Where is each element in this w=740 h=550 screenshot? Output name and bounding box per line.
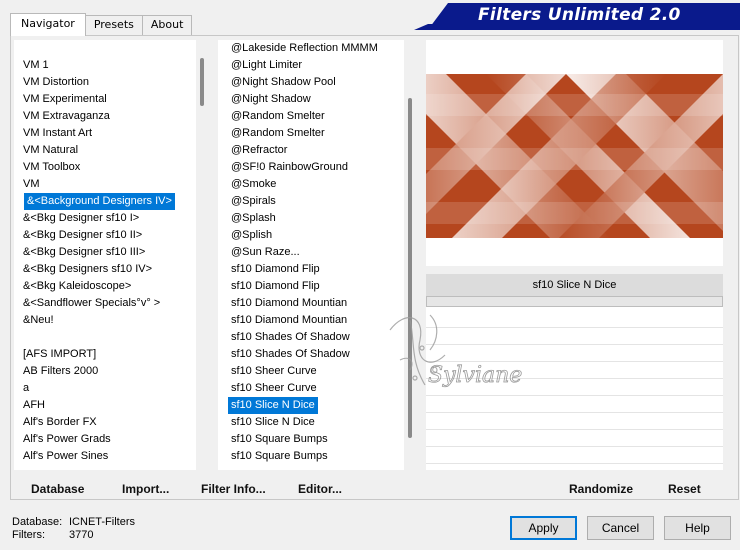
filter-item[interactable]: @Spirals (231, 193, 276, 210)
category-item[interactable]: a (23, 380, 29, 397)
filter-item[interactable]: @Random Smelter (231, 108, 325, 125)
tab-navigator[interactable]: Navigator (10, 13, 86, 36)
filter-item[interactable]: @SF!0 RainbowGround (231, 159, 348, 176)
filter-item[interactable]: @Lakeside Reflection MMMM (231, 40, 378, 57)
category-item[interactable]: &<Sandflower Specials°v° > (23, 295, 160, 312)
filter-item[interactable]: sf10 Shades Of Shadow (231, 329, 350, 346)
database-label: Database: (12, 516, 63, 528)
reset-button[interactable]: Reset (668, 480, 701, 498)
database-button[interactable]: Database (31, 480, 84, 498)
filters-count-value: 3770 (69, 529, 94, 541)
filter-preview-image (426, 74, 723, 238)
filter-item[interactable]: sf10 Diamond Mountian (231, 312, 347, 329)
filter-item[interactable]: @Light Limiter (231, 57, 302, 74)
category-item[interactable]: &<Bkg Designers sf10 IV> (23, 261, 152, 278)
randomize-button[interactable]: Randomize (569, 480, 633, 498)
filter-item[interactable]: sf10 Square Bumps (231, 448, 328, 465)
editor-button[interactable]: Editor... (298, 480, 342, 498)
import-button[interactable]: Import... (122, 480, 169, 498)
watermark-text: Sylviane (428, 363, 522, 388)
apply-button[interactable]: Apply (510, 516, 577, 540)
tab-presets[interactable]: Presets (84, 15, 143, 35)
category-item[interactable]: VM Experimental (23, 91, 107, 108)
category-item[interactable]: VM Natural (23, 142, 78, 159)
category-scrollbar[interactable] (196, 40, 210, 470)
filter-item[interactable]: sf10 Slice N Dice (231, 414, 315, 431)
category-item[interactable]: Alf's Border FX (23, 414, 97, 431)
preview-panel (426, 40, 723, 266)
cancel-button[interactable]: Cancel (587, 516, 654, 540)
app-title: Filters Unlimited 2.0 (478, 5, 681, 25)
category-item[interactable]: VM 1 (23, 57, 49, 74)
filter-item[interactable]: sf10 Diamond Flip (231, 261, 320, 278)
category-list[interactable]: VM 1 VM Distortion VM Experimental VM Extra… (14, 40, 210, 470)
category-item[interactable]: VM Extravaganza (23, 108, 110, 125)
category-item[interactable]: &<Bkg Designer sf10 II> (23, 227, 142, 244)
watermark-logo: Sylviane (389, 314, 523, 388)
category-item[interactable]: &Neu! (23, 312, 54, 329)
category-item[interactable]: &<Bkg Kaleidoscope> (23, 278, 131, 295)
filter-item[interactable]: @Splash (231, 210, 276, 227)
filter-item[interactable]: @Sun Raze... (231, 244, 300, 261)
parameter-slider[interactable] (426, 450, 723, 464)
help-button[interactable]: Help (664, 516, 731, 540)
filter-item-selected[interactable]: sf10 Slice N Dice (228, 397, 318, 414)
filter-item[interactable]: @Random Smelter (231, 125, 325, 142)
filter-item[interactable]: @Night Shadow Pool (231, 74, 336, 91)
category-scroll-thumb[interactable] (200, 58, 204, 106)
selected-filter-name: sf10 Slice N Dice (426, 274, 723, 296)
category-item-selected[interactable]: &<Background Designers IV> (24, 193, 175, 210)
category-item[interactable]: &<Bkg Designer sf10 I> (23, 210, 139, 227)
database-value: ICNET-Filters (69, 516, 135, 528)
parameter-slider[interactable] (426, 433, 723, 447)
filter-item[interactable]: sf10 Shades Of Shadow (231, 346, 350, 363)
filter-item[interactable]: sf10 Diamond Mountian (231, 295, 347, 312)
tab-about[interactable]: About (141, 15, 193, 35)
filter-item[interactable]: sf10 Diamond Flip (231, 278, 320, 295)
category-item[interactable]: AB Filters 2000 (23, 363, 98, 380)
filter-item[interactable]: @Refractor (231, 142, 287, 159)
category-item[interactable]: [AFS IMPORT] (23, 346, 96, 363)
category-item[interactable]: &<Bkg Designer sf10 III> (23, 244, 145, 261)
filter-item[interactable]: sf10 Square Bumps (231, 431, 328, 448)
category-item[interactable]: Alf's Power Sines (23, 448, 108, 465)
filters-count-label: Filters: (12, 529, 45, 541)
tab-bar: Navigator Presets About (10, 13, 193, 36)
filter-info-button[interactable]: Filter Info... (201, 480, 266, 498)
filter-item[interactable]: @Smoke (231, 176, 276, 193)
filter-item[interactable]: @Splish (231, 227, 272, 244)
filter-item[interactable]: @Night Shadow (231, 91, 311, 108)
category-item[interactable]: VM Instant Art (23, 125, 92, 142)
category-item[interactable]: VM Toolbox (23, 159, 80, 176)
category-item[interactable]: VM (23, 176, 40, 193)
filter-item[interactable]: sf10 Sheer Curve (231, 363, 317, 380)
category-item[interactable]: Alf's Power Grads (23, 431, 111, 448)
category-item[interactable]: VM Distortion (23, 74, 89, 91)
category-item[interactable]: AFH (23, 397, 45, 414)
filter-item[interactable]: sf10 Sheer Curve (231, 380, 317, 397)
